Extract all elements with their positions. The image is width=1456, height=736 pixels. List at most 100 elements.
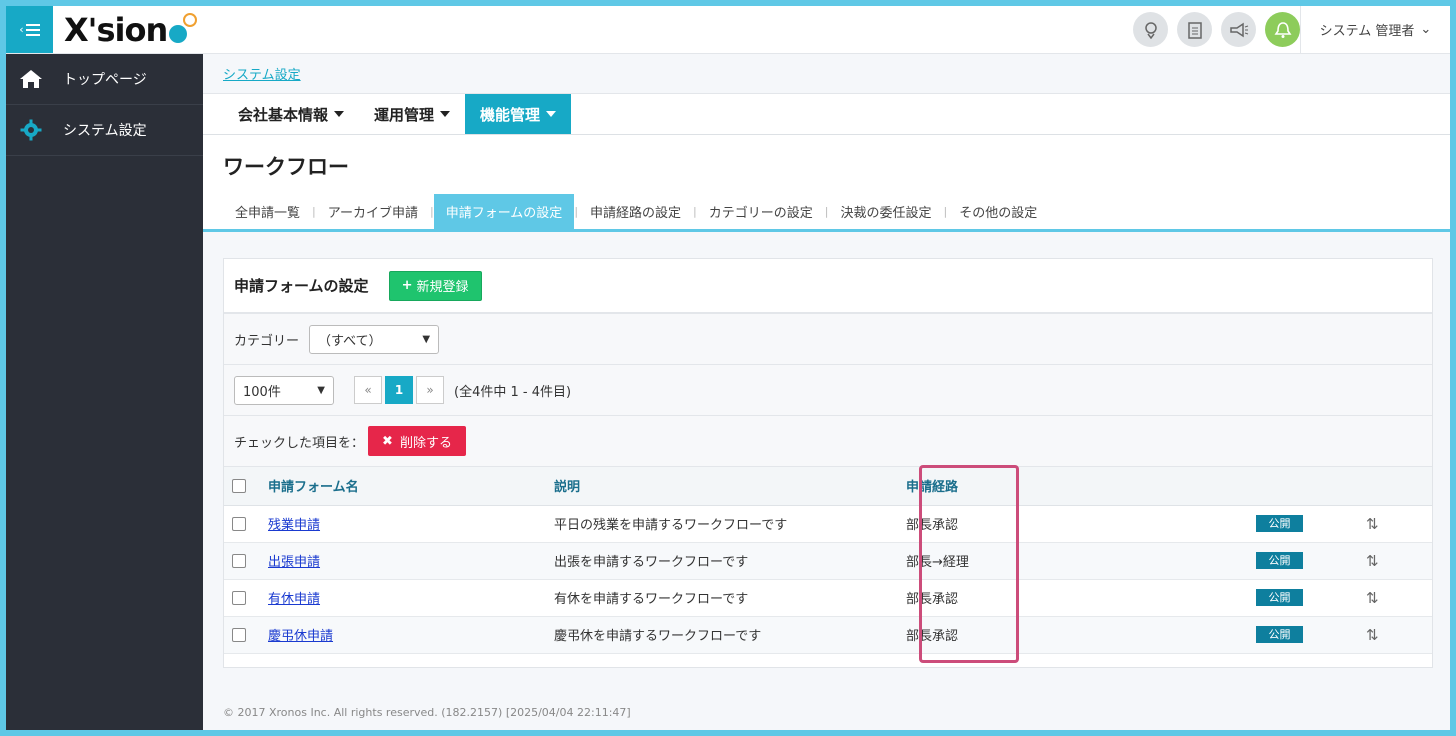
user-menu[interactable]: システム 管理者 ⌄ [1300, 6, 1450, 53]
page-title: ワークフロー [223, 155, 349, 179]
form-name-link[interactable]: 有休申請 [268, 592, 320, 607]
category-filter-row: カテゴリー （すべて） ▼ [224, 314, 1432, 365]
col-status [1256, 467, 1366, 506]
megaphone-icon[interactable] [1221, 12, 1256, 47]
tab-category-settings[interactable]: カテゴリーの設定 [697, 194, 825, 229]
status-cell: 公開 [1256, 542, 1366, 580]
col-route[interactable]: 申請経路 [906, 467, 1256, 506]
subtabs: 全申請一覧 | アーカイブ申請 | 申請フォームの設定 | 申請経路の設定 | … [223, 194, 1049, 229]
table-row: 出張申請 出張を申請するワークフローです 部長→経理 公開 ⇅ [224, 542, 1432, 580]
logo-mark-icon [169, 25, 188, 43]
row-checkbox[interactable] [232, 627, 246, 642]
form-name-link[interactable]: 出張申請 [268, 555, 320, 570]
app-logo[interactable]: X'sion [64, 11, 201, 49]
bell-icon[interactable] [1265, 12, 1300, 47]
chevron-down-icon: ▼ [422, 333, 431, 345]
per-page-select[interactable]: 100件 ▼ [234, 375, 334, 405]
caret-down-icon [546, 111, 557, 117]
range-text: (全4件中 1 - 4件目) [454, 384, 572, 400]
sort-handle-icon[interactable]: ⇅ [1366, 589, 1379, 607]
route-cell: 部長承認 [906, 579, 1256, 617]
table-row: 残業申請 平日の残業を申請するワークフローです 部長承認 公開 ⇅ [224, 505, 1432, 543]
header-icons [1133, 12, 1300, 47]
status-badge: 公開 [1256, 589, 1303, 606]
support-icon[interactable] [1133, 12, 1168, 47]
sort-handle-icon[interactable]: ⇅ [1366, 626, 1379, 644]
nav-label: 会社基本情報 [238, 105, 329, 124]
chevron-down-icon: ⌄ [1420, 22, 1432, 37]
category-select[interactable]: （すべて） ▼ [309, 324, 440, 354]
chevron-left-icon: ‹ [19, 23, 24, 36]
status-cell: 公開 [1256, 505, 1366, 543]
new-register-label: 新規登録 [416, 280, 469, 295]
route-cell: 部長承認 [906, 505, 1256, 543]
pager-page-1[interactable]: 1 [385, 376, 413, 404]
new-register-button[interactable]: + 新規登録 [388, 270, 482, 301]
nav-function-management[interactable]: 機能管理 [465, 94, 572, 134]
tab-archive-requests[interactable]: アーカイブ申請 [316, 194, 430, 229]
sidebar-item-top-page[interactable]: トップページ [6, 54, 203, 105]
table-row: 有休申請 有休を申請するワークフローです 部長承認 公開 ⇅ [224, 579, 1432, 617]
form-name-cell: 出張申請 [268, 542, 554, 580]
status-cell: 公開 [1256, 579, 1366, 617]
logo-check-icon [183, 13, 198, 27]
nav-label: 運用管理 [374, 105, 435, 124]
pager-prev-button[interactable]: « [354, 376, 382, 404]
col-form-name[interactable]: 申請フォーム名 [268, 467, 554, 506]
description-cell: 慶弔休を申請するワークフローです [554, 616, 906, 654]
user-name: システム 管理者 [1319, 24, 1415, 39]
form-name-link[interactable]: 残業申請 [268, 518, 320, 533]
form-name-cell: 有休申請 [268, 579, 554, 617]
tab-delegation-settings[interactable]: 決裁の委任設定 [829, 194, 944, 229]
card-header: 申請フォームの設定 + 新規登録 [224, 259, 1432, 314]
form-settings-card: 申請フォームの設定 + 新規登録 カテゴリー （すべて） ▼ 100件 ▼ « … [223, 258, 1433, 668]
plus-icon: + [401, 278, 413, 293]
table-header-row: 申請フォーム名 説明 申請経路 [224, 467, 1432, 506]
sidebar-item-label: トップページ [63, 72, 147, 88]
select-all-checkbox[interactable] [232, 478, 246, 493]
tab-route-settings[interactable]: 申請経路の設定 [578, 194, 693, 229]
col-description[interactable]: 説明 [554, 467, 906, 506]
tab-other-settings[interactable]: その他の設定 [947, 194, 1049, 229]
top-header: ‹ X'sion システム 管理者 ⌄ [6, 6, 1450, 54]
row-checkbox[interactable] [232, 516, 246, 531]
form-name-link[interactable]: 慶弔休申請 [268, 629, 333, 644]
description-cell: 有休を申請するワークフローです [554, 579, 906, 617]
nav-company-info[interactable]: 会社基本情報 [223, 94, 359, 134]
description-cell: 出張を申請するワークフローです [554, 542, 906, 580]
nav-operation-management[interactable]: 運用管理 [359, 94, 465, 134]
card-title: 申請フォームの設定 [234, 277, 369, 295]
sort-cell: ⇅ [1366, 616, 1432, 654]
notepad-icon[interactable] [1177, 12, 1212, 47]
app-window: ‹ X'sion システム 管理者 ⌄ トップページ システム設定 システム設定… [6, 6, 1450, 730]
caret-down-icon [440, 111, 451, 117]
row-checkbox-cell [224, 579, 268, 617]
status-badge: 公開 [1256, 626, 1303, 643]
bulk-label: チェックした項目を： [234, 435, 365, 451]
breadcrumb-link-system-settings[interactable]: システム設定 [223, 64, 301, 83]
delete-button[interactable]: ✖ 削除する [368, 426, 467, 456]
row-checkbox[interactable] [232, 553, 246, 568]
pager: « 1 » [354, 376, 444, 404]
chevron-down-icon: ▼ [317, 384, 325, 396]
caret-down-icon [334, 111, 345, 117]
gear-icon [18, 117, 44, 143]
row-checkbox-cell [224, 542, 268, 580]
form-name-cell: 残業申請 [268, 505, 554, 543]
sidebar-item-system-settings[interactable]: システム設定 [6, 105, 203, 156]
tab-form-settings[interactable]: 申請フォームの設定 [433, 194, 575, 229]
sort-handle-icon[interactable]: ⇅ [1366, 552, 1379, 570]
tab-all-requests[interactable]: 全申請一覧 [223, 194, 312, 229]
breadcrumb: システム設定 [203, 54, 1450, 94]
col-sort [1366, 467, 1432, 506]
pager-next-button[interactable]: » [416, 376, 444, 404]
menu-toggle-button[interactable]: ‹ [6, 6, 53, 53]
row-checkbox-cell [224, 616, 268, 654]
route-cell: 部長承認 [906, 616, 1256, 654]
main-content: システム設定 会社基本情報 運用管理 機能管理 ワークフロー 全申請一覧 | ア… [203, 54, 1450, 730]
bulk-action-row: チェックした項目を： ✖ 削除する [224, 416, 1432, 467]
category-label: カテゴリー [234, 333, 300, 349]
row-checkbox[interactable] [232, 590, 246, 605]
sort-handle-icon[interactable]: ⇅ [1366, 515, 1379, 533]
logo-text: X'sion [64, 11, 168, 49]
